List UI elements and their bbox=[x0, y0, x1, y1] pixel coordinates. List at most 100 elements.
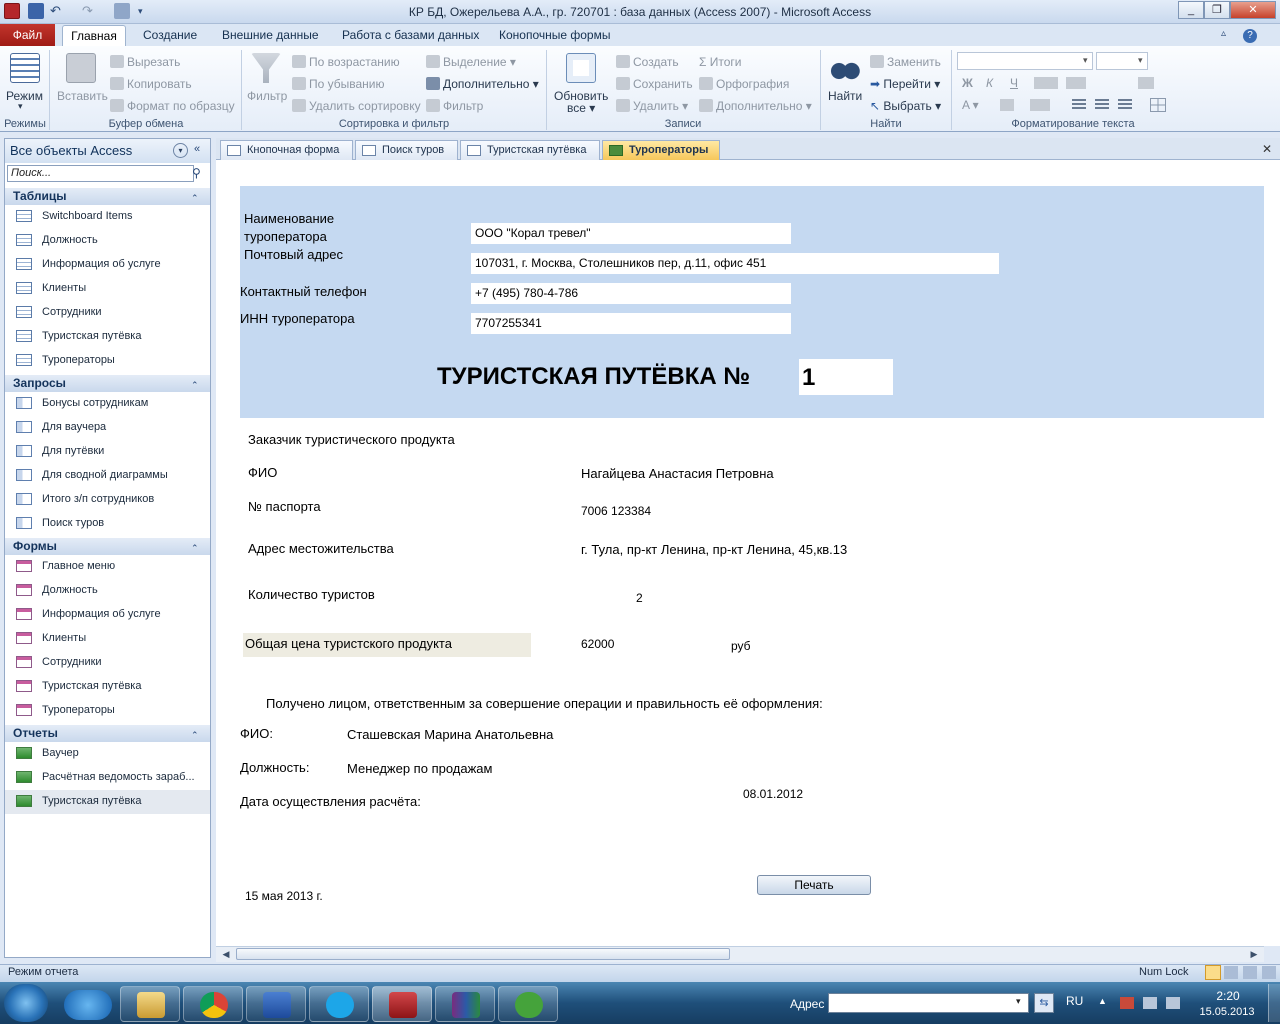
format-painter-button[interactable]: Формат по образцу bbox=[110, 99, 235, 113]
nav-item-form[interactable]: Главное меню bbox=[5, 555, 210, 579]
report-view-icon[interactable] bbox=[1205, 965, 1221, 980]
start-button-icon[interactable] bbox=[4, 984, 48, 1022]
filter-button[interactable]: Фильтр bbox=[247, 89, 287, 103]
nav-search-input[interactable]: Поиск... bbox=[7, 165, 194, 182]
save-record-button[interactable]: Сохранить bbox=[616, 77, 693, 91]
underline-button[interactable]: Ч bbox=[1010, 76, 1018, 90]
language-indicator[interactable]: RU bbox=[1066, 994, 1083, 1008]
help-icon[interactable]: ? bbox=[1243, 29, 1257, 43]
scroll-right-icon[interactable]: ▶ bbox=[1246, 947, 1262, 961]
close-document-icon[interactable]: ✕ bbox=[1262, 142, 1272, 156]
ribbon-collapse-icon[interactable]: ▵ bbox=[1221, 28, 1226, 39]
tab-switchboard-forms[interactable]: Конопочные формы bbox=[499, 28, 610, 42]
scroll-left-icon[interactable]: ◀ bbox=[218, 947, 234, 961]
close-button[interactable]: ✕ bbox=[1230, 1, 1276, 19]
nav-item-table[interactable]: Туроператоры bbox=[5, 349, 210, 373]
tray-network-icon[interactable] bbox=[1143, 997, 1157, 1009]
nav-item-report[interactable]: Расчётная ведомость зараб... bbox=[5, 766, 210, 790]
print-preview-icon[interactable] bbox=[1224, 966, 1238, 979]
paragraph-icon[interactable] bbox=[1066, 77, 1086, 89]
view-icon[interactable] bbox=[10, 53, 40, 83]
select-button[interactable]: ↖ Выбрать ▾ bbox=[870, 99, 941, 113]
sort-descending-button[interactable]: По убыванию bbox=[292, 77, 385, 91]
maximize-button[interactable]: ❐ bbox=[1204, 1, 1230, 19]
italic-button[interactable]: К bbox=[986, 76, 993, 90]
tab-create[interactable]: Создание bbox=[143, 28, 197, 42]
replace-button[interactable]: Заменить bbox=[870, 55, 941, 69]
align-right-icon[interactable] bbox=[1118, 99, 1132, 111]
tab-database-tools[interactable]: Работа с базами данных bbox=[342, 28, 479, 42]
font-dropdown-icon[interactable]: ▾ bbox=[1083, 55, 1088, 66]
tab-file[interactable]: Файл bbox=[0, 24, 55, 46]
taskbar-utorrent[interactable] bbox=[498, 986, 558, 1022]
doc-tab-tour-operators[interactable]: Туроператоры bbox=[602, 140, 720, 160]
minimize-button[interactable]: _ bbox=[1178, 1, 1204, 19]
taskbar-explorer[interactable] bbox=[120, 986, 180, 1022]
highlight-icon[interactable] bbox=[1000, 99, 1014, 111]
search-icon[interactable]: ⚲ bbox=[192, 166, 201, 180]
cut-button[interactable]: Вырезать bbox=[110, 55, 180, 69]
shutter-bar-close-icon[interactable]: « bbox=[194, 143, 200, 155]
nav-item-query[interactable]: Бонусы сотрудникам bbox=[5, 392, 210, 416]
nav-section-forms[interactable]: Формы bbox=[5, 538, 210, 555]
toggle-filter-button[interactable]: Фильтр bbox=[426, 99, 483, 113]
address-dropdown-icon[interactable]: ▾ bbox=[1016, 996, 1021, 1007]
copy-button[interactable]: Копировать bbox=[110, 77, 192, 91]
totals-button[interactable]: Σ Итоги bbox=[699, 55, 742, 69]
collapse-section-icon[interactable]: ⌃ bbox=[191, 380, 199, 391]
scrollbar-thumb[interactable] bbox=[236, 948, 730, 960]
print-button[interactable]: Печать bbox=[757, 875, 871, 895]
address-toolbar-input[interactable] bbox=[828, 993, 1029, 1013]
clear-sort-button[interactable]: Удалить сортировку bbox=[292, 99, 421, 113]
more-records-button[interactable]: Дополнительно ▾ bbox=[699, 99, 812, 113]
taskbar-access[interactable] bbox=[372, 986, 432, 1022]
taskbar-word[interactable] bbox=[246, 986, 306, 1022]
internet-explorer-icon[interactable] bbox=[64, 990, 112, 1020]
selection-button[interactable]: Выделение ▾ bbox=[426, 55, 516, 69]
doc-tab-tour-voucher[interactable]: Туристская путёвка bbox=[460, 140, 600, 160]
collapse-section-icon[interactable]: ⌃ bbox=[191, 543, 199, 554]
nav-section-queries[interactable]: Запросы bbox=[5, 375, 210, 392]
fill-color-icon[interactable] bbox=[1030, 99, 1050, 111]
delete-record-button[interactable]: Удалить ▾ bbox=[616, 99, 688, 113]
tray-flag-icon[interactable] bbox=[1120, 997, 1134, 1009]
collapse-section-icon[interactable]: ⌃ bbox=[191, 193, 199, 204]
doc-tab-switchboard[interactable]: Кнопочная форма bbox=[220, 140, 353, 160]
nav-item-query[interactable]: Для сводной диаграммы bbox=[5, 464, 210, 488]
align-left-icon[interactable] bbox=[1072, 99, 1086, 111]
goto-button[interactable]: ➡ Перейти ▾ bbox=[870, 77, 940, 91]
advanced-filter-button[interactable]: Дополнительно ▾ bbox=[426, 77, 539, 91]
nav-item-form[interactable]: Сотрудники bbox=[5, 651, 210, 675]
nav-item-form[interactable]: Клиенты bbox=[5, 627, 210, 651]
taskbar-winrar[interactable] bbox=[435, 986, 495, 1022]
nav-item-query[interactable]: Итого з/п сотрудников bbox=[5, 488, 210, 512]
nav-item-table[interactable]: Должность bbox=[5, 229, 210, 253]
align-center-icon[interactable] bbox=[1095, 99, 1109, 111]
collapse-section-icon[interactable]: ⌃ bbox=[191, 730, 199, 741]
bold-button[interactable]: Ж bbox=[962, 76, 973, 90]
nav-item-table[interactable]: Информация об услуге bbox=[5, 253, 210, 277]
indent-icon[interactable] bbox=[1034, 77, 1058, 89]
refresh-all-button-line2[interactable]: все ▾ bbox=[567, 101, 595, 115]
view-dropdown-icon[interactable]: ▾ bbox=[18, 101, 23, 112]
font-color-button[interactable]: A ▾ bbox=[962, 98, 979, 112]
sort-ascending-button[interactable]: По возрастанию bbox=[292, 55, 400, 69]
nav-menu-chevron-icon[interactable]: ▾ bbox=[173, 143, 188, 158]
nav-item-table[interactable]: Туристская путёвка bbox=[5, 325, 210, 349]
layout-view-icon[interactable] bbox=[1243, 966, 1257, 979]
paste-button[interactable]: Вставить bbox=[57, 89, 108, 103]
new-record-button[interactable]: Создать bbox=[616, 55, 679, 69]
nav-item-table[interactable]: Клиенты bbox=[5, 277, 210, 301]
tab-external-data[interactable]: Внешние данные bbox=[222, 28, 319, 42]
go-arrow-icon[interactable]: ⇆ bbox=[1034, 993, 1054, 1013]
design-view-icon[interactable] bbox=[1262, 966, 1276, 979]
taskbar-chrome[interactable] bbox=[183, 986, 243, 1022]
font-size-dropdown-icon[interactable]: ▾ bbox=[1138, 55, 1143, 66]
nav-item-query[interactable]: Для ваучера bbox=[5, 416, 210, 440]
nav-item-table[interactable]: Сотрудники bbox=[5, 301, 210, 325]
tab-home[interactable]: Главная bbox=[62, 25, 126, 47]
doc-tab-search-tours[interactable]: Поиск туров bbox=[355, 140, 458, 160]
refresh-icon[interactable] bbox=[566, 53, 596, 83]
binoculars-icon[interactable] bbox=[830, 53, 860, 83]
font-name-select[interactable] bbox=[957, 52, 1093, 70]
